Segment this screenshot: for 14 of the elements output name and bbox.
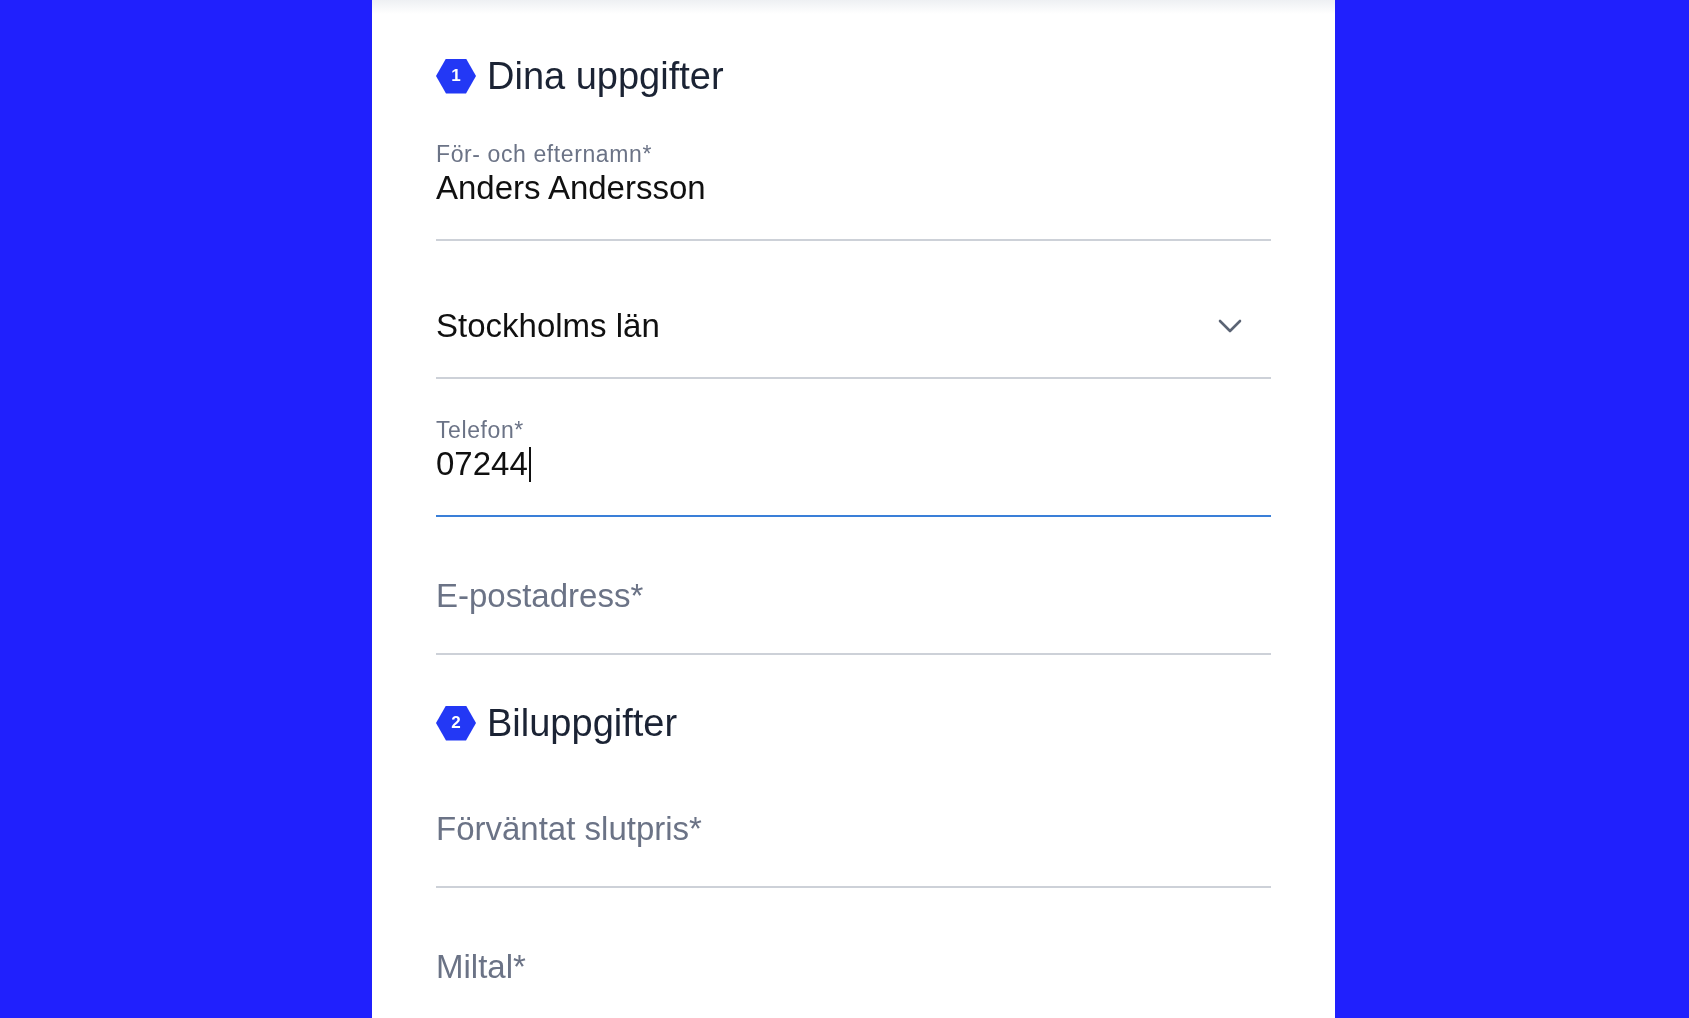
field-label: Telefon*	[436, 417, 525, 443]
section-title: Dina uppgifter	[487, 54, 724, 98]
step-number: 1	[436, 58, 476, 94]
section-title: Biluppgifter	[487, 701, 678, 745]
text-field[interactable]: Anders Andersson	[436, 169, 1271, 241]
text-field[interactable]: 07244	[436, 445, 1271, 517]
chevron-down-icon	[1218, 319, 1242, 333]
field-label: För- och efternamn*	[436, 141, 653, 167]
dropdown-field[interactable]: Stockholms län	[436, 307, 1271, 379]
text-cursor-icon	[528, 446, 531, 482]
text-field[interactable]: Miltal*	[436, 948, 1271, 1018]
text-field[interactable]: E-postadress*	[436, 577, 1271, 655]
step-number: 2	[436, 705, 476, 741]
text-field[interactable]: Förväntat slutpris*	[436, 810, 1271, 888]
